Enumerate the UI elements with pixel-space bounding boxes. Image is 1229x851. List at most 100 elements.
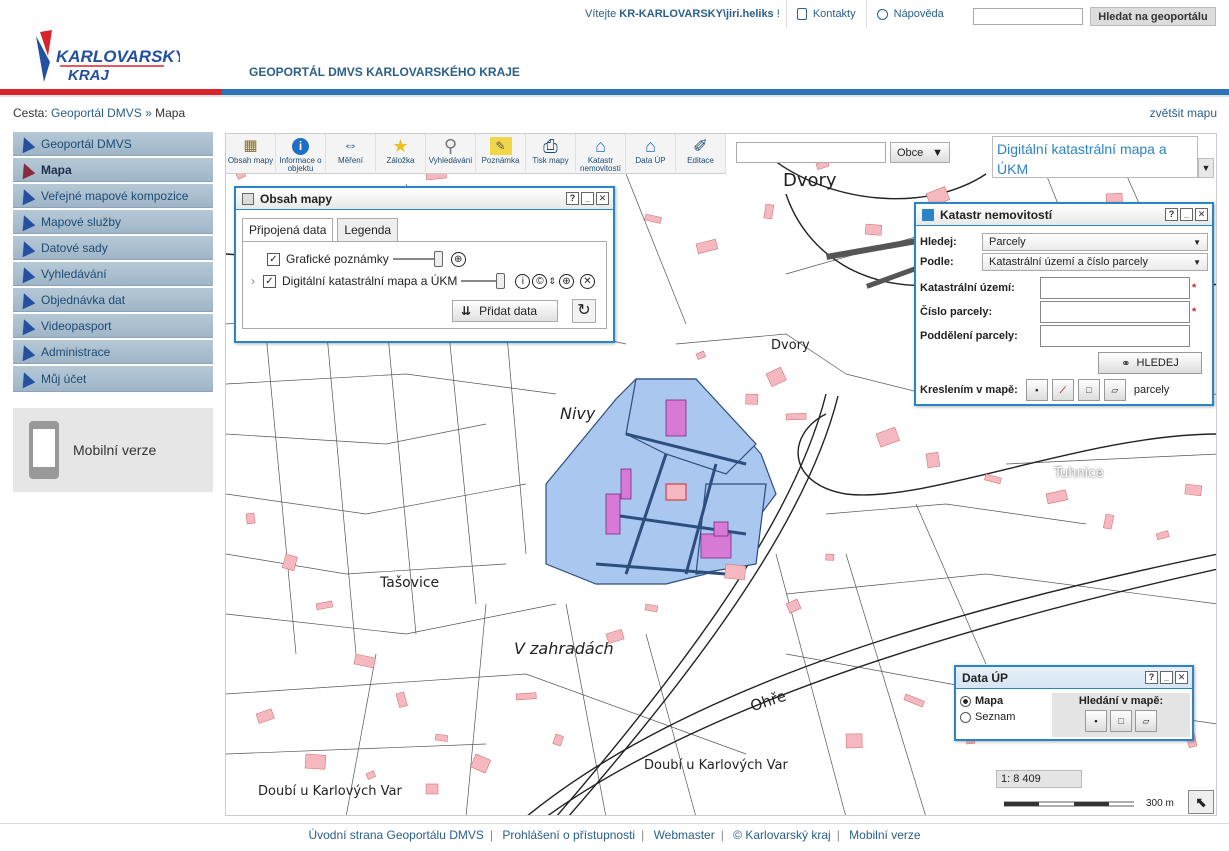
obce-dropdown[interactable]: Obce ▼ [890, 142, 950, 163]
cislo-label: Číslo parcely: [920, 306, 993, 318]
breadcrumb-item-mapa: Mapa [155, 106, 186, 120]
help-button[interactable]: ? [566, 192, 579, 205]
layer-checkbox[interactable]: ✓ [267, 252, 280, 266]
tool-poznamka[interactable]: ✎ Poznámka [476, 134, 526, 174]
help-button[interactable]: ? [1165, 208, 1178, 221]
radio-mapa[interactable]: Mapa [960, 695, 1015, 707]
order-arrows-icon[interactable]: ⇕ [548, 276, 556, 287]
podd-input[interactable] [1040, 325, 1190, 347]
search-polygon-button[interactable]: ▱ [1135, 710, 1157, 732]
minimize-button[interactable]: _ [1180, 208, 1193, 221]
footer-link-accessibility[interactable]: Prohlášení o přístupnosti [502, 828, 635, 842]
sidebar-item-muj-ucet[interactable]: Můj účet [13, 366, 213, 392]
globe-icon[interactable]: ⊕ [450, 251, 466, 267]
breadcrumb-item-geoportal[interactable]: Geoportál DMVS [51, 106, 142, 120]
radio-seznam[interactable]: Seznam [960, 711, 1015, 723]
layer-checkbox[interactable]: ✓ [263, 274, 276, 288]
add-data-button[interactable]: ⇊ Přidat data [452, 300, 558, 322]
data-up-panel: Data ÚP ? _ ✕ Mapa Seznam Hledání v mapě: … [954, 665, 1194, 741]
search-point-button[interactable]: • [1085, 710, 1107, 732]
sidebar-item-geoportal[interactable]: Geoportál DMVS [13, 132, 213, 156]
tool-vyhledavani[interactable]: ⚲ Vyhledávání [426, 134, 476, 174]
minimize-button[interactable]: _ [1160, 671, 1173, 684]
sidebar-item-objednavka-dat[interactable]: Objednávka dat [13, 288, 213, 312]
footer-link-webmaster[interactable]: Webmaster [654, 828, 715, 842]
help-button[interactable]: ? [1145, 671, 1158, 684]
tool-zalozka[interactable]: ★ Záložka [376, 134, 426, 174]
building-footprint [724, 563, 747, 581]
refresh-icon[interactable]: ↻ [572, 299, 596, 323]
fullscreen-button[interactable]: ⬉ [1188, 790, 1214, 814]
hledej-value: Parcely [989, 236, 1026, 248]
ku-input[interactable] [1040, 277, 1190, 299]
active-layer-title[interactable]: Digitální katastrální mapa a ÚKM [992, 136, 1198, 178]
tab-pripojena-data[interactable]: Připojená data [242, 218, 334, 241]
portal-search-button[interactable]: Hledat na geoportálu [1090, 7, 1216, 26]
minimize-button[interactable]: _ [581, 192, 594, 205]
sidebar-item-administrace[interactable]: Administrace [13, 340, 213, 364]
panel-header[interactable]: Katastr nemovitostí ? _ ✕ [916, 204, 1212, 226]
panel-title: Obsah mapy [260, 191, 333, 206]
arrow-icon [16, 264, 36, 283]
tool-editace[interactable]: ✐ Editace [676, 134, 726, 174]
obce-label: Obce [897, 146, 924, 159]
sidebar-item-datove-sady[interactable]: Datové sady [13, 236, 213, 260]
draw-rectangle-button[interactable]: □ [1077, 379, 1100, 401]
tool-mereni[interactable]: ⇔ Měření [326, 134, 376, 174]
sidebar-item-label: Geoportál DMVS [41, 136, 132, 151]
user-name[interactable]: KR-KARLOVARSKY\jiri.heliks [619, 8, 773, 20]
sidebar-item-mapove-sluzby[interactable]: Mapové služby [13, 210, 213, 234]
remove-icon[interactable]: ✕ [579, 273, 595, 289]
sidebar-item-videopasport[interactable]: Videopasport [13, 314, 213, 338]
sidebar-item-verejne-kompozice[interactable]: Veřejné mapové kompozice [13, 184, 213, 208]
footer-link-mobile[interactable]: Mobilní verze [849, 828, 920, 842]
portal-search-input[interactable] [973, 8, 1083, 25]
map-canvas[interactable]: Dvory Dvory Nivy Tuhnice Tašovice V zahr… [225, 133, 1217, 816]
expand-icon[interactable]: › [251, 274, 255, 288]
tab-legenda[interactable]: Legenda [337, 218, 399, 241]
tool-informace[interactable]: i Informace o objektu [276, 134, 326, 174]
close-button[interactable]: ✕ [1195, 208, 1208, 221]
obce-search-input[interactable] [736, 142, 886, 163]
draw-point-button[interactable]: • [1025, 379, 1048, 401]
tool-data-up[interactable]: ⌂ Data ÚP [626, 134, 676, 174]
contacts-link[interactable]: Kontakty [785, 0, 866, 28]
panel-header[interactable]: Obsah mapy ? _ ✕ [236, 188, 613, 210]
copyright-icon[interactable]: © [532, 273, 548, 289]
tool-tisk[interactable]: ⎙ Tisk mapy [526, 134, 576, 174]
footer-link-copyright[interactable]: © Karlovarský kraj [733, 828, 831, 842]
map-label-nivy: Nivy [560, 404, 596, 423]
draw-line-button[interactable]: ⟋ [1051, 379, 1074, 401]
draw-polygon-button[interactable]: ▱ [1103, 379, 1126, 401]
cislo-input[interactable] [1040, 301, 1190, 323]
layer-dropdown-button[interactable]: ▼ [1198, 158, 1214, 178]
tool-obsah-mapy[interactable]: ▦ Obsah mapy [226, 134, 276, 174]
sidebar-item-vyhledavani[interactable]: Vyhledávání [13, 262, 213, 286]
mobile-version-link[interactable]: Mobilní verze [13, 408, 213, 492]
footer-link-home[interactable]: Úvodní strana Geoportálu DMVS [308, 828, 483, 842]
tool-katastr[interactable]: ⌂ Katastr nemovitostí [576, 134, 626, 174]
info-icon[interactable]: i [515, 273, 531, 289]
magnifier-icon: ⚲ [443, 136, 458, 156]
draw-label: Kreslením v mapě: [920, 384, 1018, 396]
map-label-v-zahradach: V zahradách [514, 639, 614, 658]
sidebar-item-mapa[interactable]: Mapa [13, 158, 213, 182]
panel-header[interactable]: Data ÚP ? _ ✕ [956, 667, 1192, 689]
portal-title[interactable]: GEOPORTÁL DMVS KARLOVARSKÉHO KRAJE [249, 65, 520, 79]
add-data-label: Přidat data [479, 304, 538, 318]
scale-bar [1004, 801, 1134, 807]
podle-select[interactable]: Katastrální území a číslo parcely ▼ [982, 253, 1208, 271]
search-rectangle-button[interactable]: □ [1110, 710, 1132, 732]
hledej-select[interactable]: Parcely ▼ [982, 233, 1208, 251]
building-footprint [925, 452, 941, 469]
close-button[interactable]: ✕ [596, 192, 609, 205]
close-button[interactable]: ✕ [1175, 671, 1188, 684]
hledej-button[interactable]: ⚭ HLEDEJ [1098, 352, 1202, 374]
opacity-slider[interactable] [461, 273, 506, 289]
opacity-slider[interactable] [392, 251, 443, 267]
karlovarsky-kraj-logo[interactable]: KARLOVARSKÝ KRAJ [30, 22, 188, 88]
required-mark: * [1192, 306, 1197, 318]
globe-icon[interactable]: ⊕ [558, 273, 574, 289]
help-link[interactable]: Nápověda [865, 0, 954, 28]
enlarge-map-link[interactable]: zvětšit mapu [1150, 106, 1217, 120]
